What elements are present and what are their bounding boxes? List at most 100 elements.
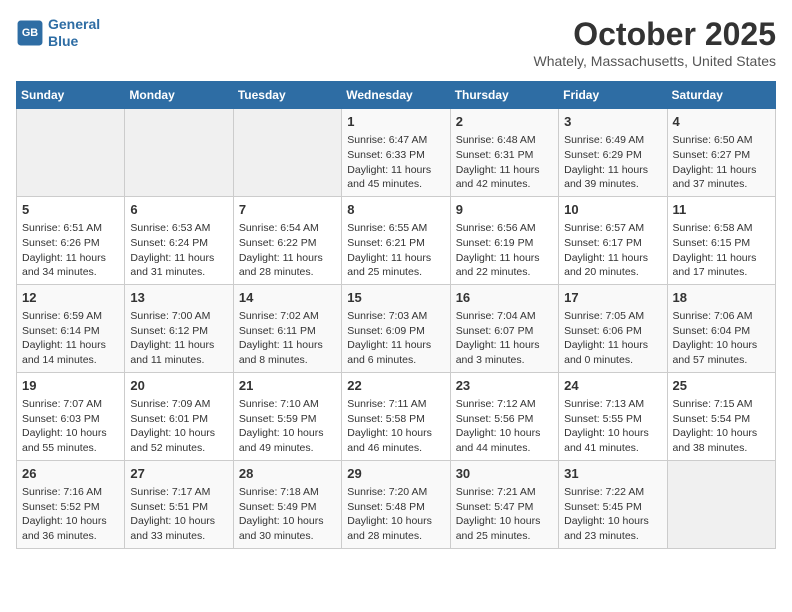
calendar-cell: 23 Sunrise: 7:12 AM Sunset: 5:56 PM Dayli… — [450, 372, 558, 460]
day-info: Sunrise: 7:20 AM Sunset: 5:48 PM Dayligh… — [347, 485, 444, 544]
day-number: 24 — [564, 377, 661, 395]
day-number: 15 — [347, 289, 444, 307]
calendar-cell: 20Sunrise: 7:09 AM Sunset: 6:01 PM Dayli… — [125, 372, 233, 460]
day-info: Sunrise: 6:54 AM Sunset: 6:22 PM Dayligh… — [239, 221, 336, 280]
day-number: 9 — [456, 201, 553, 219]
logo: GB General Blue — [16, 16, 100, 50]
day-number: 31 — [564, 465, 661, 483]
day-number: 21 — [239, 377, 336, 395]
day-number: 11 — [673, 201, 770, 219]
calendar-cell: 18Sunrise: 7:06 AM Sunset: 6:04 PM Dayli… — [667, 284, 775, 372]
day-number: 22 — [347, 377, 444, 395]
calendar-cell: 10Sunrise: 6:57 AM Sunset: 6:17 PM Dayli… — [559, 196, 667, 284]
day-info: Sunrise: 7:07 AM Sunset: 6:03 PM Dayligh… — [22, 397, 119, 456]
week-row-5: 26 Sunrise: 7:16 AM Sunset: 5:52 PM Dayli… — [17, 460, 776, 548]
logo-line1: General — [48, 16, 100, 32]
day-info: Sunrise: 7:10 AM Sunset: 5:59 PM Dayligh… — [239, 397, 336, 456]
day-header-saturday: Saturday — [667, 82, 775, 109]
calendar-cell: 16 Sunrise: 7:04 AM Sunset: 6:07 PM Dayli… — [450, 284, 558, 372]
day-number: 12 — [22, 289, 119, 307]
day-number: 16 — [456, 289, 553, 307]
calendar-cell: 21 Sunrise: 7:10 AM Sunset: 5:59 PM Dayli… — [233, 372, 341, 460]
calendar-cell: 30 Sunrise: 7:21 AM Sunset: 5:47 PM Dayli… — [450, 460, 558, 548]
calendar-cell: 6 Sunrise: 6:53 AM Sunset: 6:24 PM Daylig… — [125, 196, 233, 284]
day-number: 26 — [22, 465, 119, 483]
day-number: 5 — [22, 201, 119, 219]
day-info: Sunrise: 6:58 AM Sunset: 6:15 PM Dayligh… — [673, 221, 770, 280]
day-number: 13 — [130, 289, 227, 307]
day-info: Sunrise: 7:21 AM Sunset: 5:47 PM Dayligh… — [456, 485, 553, 544]
day-header-monday: Monday — [125, 82, 233, 109]
day-header-wednesday: Wednesday — [342, 82, 450, 109]
days-header-row: SundayMondayTuesdayWednesdayThursdayFrid… — [17, 82, 776, 109]
day-number: 2 — [456, 113, 553, 131]
calendar-cell: 11 Sunrise: 6:58 AM Sunset: 6:15 PM Dayli… — [667, 196, 775, 284]
day-header-thursday: Thursday — [450, 82, 558, 109]
day-number: 14 — [239, 289, 336, 307]
logo-icon: GB — [16, 19, 44, 47]
calendar-cell: 4 Sunrise: 6:50 AM Sunset: 6:27 PM Daylig… — [667, 109, 775, 197]
week-row-3: 12 Sunrise: 6:59 AM Sunset: 6:14 PM Dayli… — [17, 284, 776, 372]
calendar-cell: 12 Sunrise: 6:59 AM Sunset: 6:14 PM Dayli… — [17, 284, 125, 372]
day-number: 4 — [673, 113, 770, 131]
day-info: Sunrise: 7:15 AM Sunset: 5:54 PM Dayligh… — [673, 397, 770, 456]
day-info: Sunrise: 6:48 AM Sunset: 6:31 PM Dayligh… — [456, 133, 553, 192]
calendar-cell: 9 Sunrise: 6:56 AM Sunset: 6:19 PM Daylig… — [450, 196, 558, 284]
day-number: 17 — [564, 289, 661, 307]
day-info: Sunrise: 6:59 AM Sunset: 6:14 PM Dayligh… — [22, 309, 119, 368]
day-number: 6 — [130, 201, 227, 219]
day-info: Sunrise: 6:47 AM Sunset: 6:33 PM Dayligh… — [347, 133, 444, 192]
day-info: Sunrise: 6:57 AM Sunset: 6:17 PM Dayligh… — [564, 221, 661, 280]
calendar-cell — [17, 109, 125, 197]
day-info: Sunrise: 6:50 AM Sunset: 6:27 PM Dayligh… — [673, 133, 770, 192]
calendar-cell: 27 Sunrise: 7:17 AM Sunset: 5:51 PM Dayli… — [125, 460, 233, 548]
calendar-cell: 5Sunrise: 6:51 AM Sunset: 6:26 PM Daylig… — [17, 196, 125, 284]
month-title: October 2025 — [533, 16, 776, 53]
calendar-cell — [233, 109, 341, 197]
logo-line2: Blue — [48, 33, 78, 49]
calendar-table: SundayMondayTuesdayWednesdayThursdayFrid… — [16, 81, 776, 549]
calendar-cell: 19 Sunrise: 7:07 AM Sunset: 6:03 PM Dayli… — [17, 372, 125, 460]
calendar-cell — [125, 109, 233, 197]
day-number: 19 — [22, 377, 119, 395]
calendar-cell: 8Sunrise: 6:55 AM Sunset: 6:21 PM Daylig… — [342, 196, 450, 284]
calendar-cell: 28Sunrise: 7:18 AM Sunset: 5:49 PM Dayli… — [233, 460, 341, 548]
calendar-cell: 24 Sunrise: 7:13 AM Sunset: 5:55 PM Dayli… — [559, 372, 667, 460]
day-info: Sunrise: 7:13 AM Sunset: 5:55 PM Dayligh… — [564, 397, 661, 456]
day-number: 25 — [673, 377, 770, 395]
day-info: Sunrise: 7:04 AM Sunset: 6:07 PM Dayligh… — [456, 309, 553, 368]
calendar-cell: 22 Sunrise: 7:11 AM Sunset: 5:58 PM Dayli… — [342, 372, 450, 460]
day-number: 7 — [239, 201, 336, 219]
day-info: Sunrise: 7:11 AM Sunset: 5:58 PM Dayligh… — [347, 397, 444, 456]
calendar-cell: 7 Sunrise: 6:54 AM Sunset: 6:22 PM Daylig… — [233, 196, 341, 284]
calendar-cell: 3 Sunrise: 6:49 AM Sunset: 6:29 PM Daylig… — [559, 109, 667, 197]
title-block: October 2025 Whately, Massachusetts, Uni… — [533, 16, 776, 69]
day-info: Sunrise: 6:49 AM Sunset: 6:29 PM Dayligh… — [564, 133, 661, 192]
day-info: Sunrise: 7:16 AM Sunset: 5:52 PM Dayligh… — [22, 485, 119, 544]
day-info: Sunrise: 7:17 AM Sunset: 5:51 PM Dayligh… — [130, 485, 227, 544]
calendar-cell: 26 Sunrise: 7:16 AM Sunset: 5:52 PM Dayli… — [17, 460, 125, 548]
calendar-cell: 25 Sunrise: 7:15 AM Sunset: 5:54 PM Dayli… — [667, 372, 775, 460]
day-info: Sunrise: 7:03 AM Sunset: 6:09 PM Dayligh… — [347, 309, 444, 368]
week-row-1: 1 Sunrise: 6:47 AM Sunset: 6:33 PM Daylig… — [17, 109, 776, 197]
day-number: 3 — [564, 113, 661, 131]
calendar-cell: 2 Sunrise: 6:48 AM Sunset: 6:31 PM Daylig… — [450, 109, 558, 197]
day-info: Sunrise: 7:22 AM Sunset: 5:45 PM Dayligh… — [564, 485, 661, 544]
day-info: Sunrise: 6:53 AM Sunset: 6:24 PM Dayligh… — [130, 221, 227, 280]
week-row-4: 19 Sunrise: 7:07 AM Sunset: 6:03 PM Dayli… — [17, 372, 776, 460]
day-info: Sunrise: 7:00 AM Sunset: 6:12 PM Dayligh… — [130, 309, 227, 368]
day-number: 23 — [456, 377, 553, 395]
svg-text:GB: GB — [22, 27, 38, 39]
day-info: Sunrise: 7:12 AM Sunset: 5:56 PM Dayligh… — [456, 397, 553, 456]
day-info: Sunrise: 7:06 AM Sunset: 6:04 PM Dayligh… — [673, 309, 770, 368]
calendar-cell: 13 Sunrise: 7:00 AM Sunset: 6:12 PM Dayli… — [125, 284, 233, 372]
day-number: 1 — [347, 113, 444, 131]
day-number: 28 — [239, 465, 336, 483]
day-info: Sunrise: 6:55 AM Sunset: 6:21 PM Dayligh… — [347, 221, 444, 280]
day-number: 27 — [130, 465, 227, 483]
logo-text: General Blue — [48, 16, 100, 50]
day-number: 30 — [456, 465, 553, 483]
day-info: Sunrise: 6:56 AM Sunset: 6:19 PM Dayligh… — [456, 221, 553, 280]
calendar-cell: 29Sunrise: 7:20 AM Sunset: 5:48 PM Dayli… — [342, 460, 450, 548]
page-header: GB General Blue October 2025 Whately, Ma… — [16, 16, 776, 69]
